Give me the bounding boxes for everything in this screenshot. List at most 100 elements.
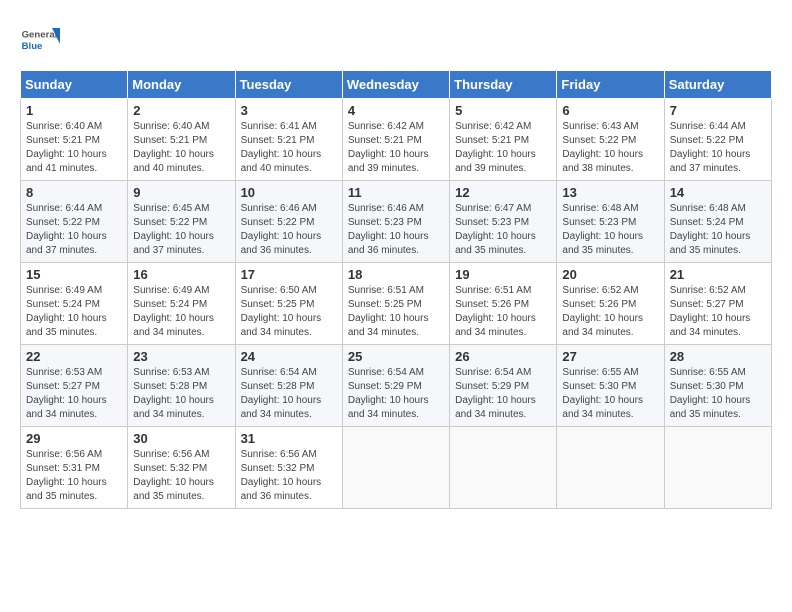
day-info: Sunrise: 6:56 AMSunset: 5:32 PMDaylight:… [133, 448, 229, 504]
day-number: 4 [348, 103, 444, 118]
day-number: 12 [455, 185, 551, 200]
day-info: Sunrise: 6:48 AMSunset: 5:23 PMDaylight:… [562, 202, 658, 258]
day-info: Sunrise: 6:42 AMSunset: 5:21 PMDaylight:… [348, 120, 444, 176]
calendar-cell: 8 Sunrise: 6:44 AMSunset: 5:22 PMDayligh… [21, 181, 128, 263]
calendar-cell [342, 427, 449, 509]
day-info: Sunrise: 6:44 AMSunset: 5:22 PMDaylight:… [26, 202, 122, 258]
day-info: Sunrise: 6:46 AMSunset: 5:23 PMDaylight:… [348, 202, 444, 258]
calendar-cell: 27 Sunrise: 6:55 AMSunset: 5:30 PMDaylig… [557, 345, 664, 427]
calendar-cell [664, 427, 771, 509]
day-number: 25 [348, 349, 444, 364]
calendar-cell [450, 427, 557, 509]
day-info: Sunrise: 6:42 AMSunset: 5:21 PMDaylight:… [455, 120, 551, 176]
day-number: 30 [133, 431, 229, 446]
day-number: 16 [133, 267, 229, 282]
page-container: General Blue SundayMondayTuesdayWednesda… [20, 20, 772, 509]
day-info: Sunrise: 6:47 AMSunset: 5:23 PMDaylight:… [455, 202, 551, 258]
weekday-header-friday: Friday [557, 71, 664, 99]
calendar-cell: 15 Sunrise: 6:49 AMSunset: 5:24 PMDaylig… [21, 263, 128, 345]
calendar-cell: 4 Sunrise: 6:42 AMSunset: 5:21 PMDayligh… [342, 99, 449, 181]
day-number: 11 [348, 185, 444, 200]
day-number: 10 [241, 185, 337, 200]
calendar-week-5: 29 Sunrise: 6:56 AMSunset: 5:31 PMDaylig… [21, 427, 772, 509]
svg-text:General: General [22, 30, 58, 41]
calendar-cell: 7 Sunrise: 6:44 AMSunset: 5:22 PMDayligh… [664, 99, 771, 181]
day-number: 24 [241, 349, 337, 364]
day-info: Sunrise: 6:46 AMSunset: 5:22 PMDaylight:… [241, 202, 337, 258]
day-info: Sunrise: 6:54 AMSunset: 5:29 PMDaylight:… [348, 366, 444, 422]
day-info: Sunrise: 6:53 AMSunset: 5:27 PMDaylight:… [26, 366, 122, 422]
calendar-cell: 2 Sunrise: 6:40 AMSunset: 5:21 PMDayligh… [128, 99, 235, 181]
day-info: Sunrise: 6:49 AMSunset: 5:24 PMDaylight:… [26, 284, 122, 340]
calendar-week-3: 15 Sunrise: 6:49 AMSunset: 5:24 PMDaylig… [21, 263, 772, 345]
day-number: 15 [26, 267, 122, 282]
calendar-cell: 29 Sunrise: 6:56 AMSunset: 5:31 PMDaylig… [21, 427, 128, 509]
calendar-cell: 12 Sunrise: 6:47 AMSunset: 5:23 PMDaylig… [450, 181, 557, 263]
day-number: 6 [562, 103, 658, 118]
day-number: 7 [670, 103, 766, 118]
weekday-header-tuesday: Tuesday [235, 71, 342, 99]
day-number: 5 [455, 103, 551, 118]
svg-text:Blue: Blue [22, 41, 43, 52]
day-info: Sunrise: 6:52 AMSunset: 5:26 PMDaylight:… [562, 284, 658, 340]
header: General Blue [20, 20, 772, 60]
day-info: Sunrise: 6:51 AMSunset: 5:25 PMDaylight:… [348, 284, 444, 340]
calendar-cell: 16 Sunrise: 6:49 AMSunset: 5:24 PMDaylig… [128, 263, 235, 345]
calendar-cell: 18 Sunrise: 6:51 AMSunset: 5:25 PMDaylig… [342, 263, 449, 345]
calendar-week-2: 8 Sunrise: 6:44 AMSunset: 5:22 PMDayligh… [21, 181, 772, 263]
day-number: 23 [133, 349, 229, 364]
day-number: 1 [26, 103, 122, 118]
calendar-cell: 11 Sunrise: 6:46 AMSunset: 5:23 PMDaylig… [342, 181, 449, 263]
day-info: Sunrise: 6:56 AMSunset: 5:32 PMDaylight:… [241, 448, 337, 504]
calendar-table: SundayMondayTuesdayWednesdayThursdayFrid… [20, 70, 772, 509]
calendar-cell: 30 Sunrise: 6:56 AMSunset: 5:32 PMDaylig… [128, 427, 235, 509]
day-number: 27 [562, 349, 658, 364]
calendar-cell: 10 Sunrise: 6:46 AMSunset: 5:22 PMDaylig… [235, 181, 342, 263]
day-info: Sunrise: 6:54 AMSunset: 5:28 PMDaylight:… [241, 366, 337, 422]
day-info: Sunrise: 6:55 AMSunset: 5:30 PMDaylight:… [670, 366, 766, 422]
calendar-cell: 24 Sunrise: 6:54 AMSunset: 5:28 PMDaylig… [235, 345, 342, 427]
day-info: Sunrise: 6:41 AMSunset: 5:21 PMDaylight:… [241, 120, 337, 176]
day-number: 20 [562, 267, 658, 282]
calendar-cell: 13 Sunrise: 6:48 AMSunset: 5:23 PMDaylig… [557, 181, 664, 263]
calendar-cell: 22 Sunrise: 6:53 AMSunset: 5:27 PMDaylig… [21, 345, 128, 427]
day-number: 26 [455, 349, 551, 364]
day-info: Sunrise: 6:53 AMSunset: 5:28 PMDaylight:… [133, 366, 229, 422]
day-info: Sunrise: 6:50 AMSunset: 5:25 PMDaylight:… [241, 284, 337, 340]
calendar-cell: 28 Sunrise: 6:55 AMSunset: 5:30 PMDaylig… [664, 345, 771, 427]
calendar-cell: 5 Sunrise: 6:42 AMSunset: 5:21 PMDayligh… [450, 99, 557, 181]
calendar-cell: 31 Sunrise: 6:56 AMSunset: 5:32 PMDaylig… [235, 427, 342, 509]
day-info: Sunrise: 6:56 AMSunset: 5:31 PMDaylight:… [26, 448, 122, 504]
day-number: 14 [670, 185, 766, 200]
calendar-week-1: 1 Sunrise: 6:40 AMSunset: 5:21 PMDayligh… [21, 99, 772, 181]
calendar-cell: 20 Sunrise: 6:52 AMSunset: 5:26 PMDaylig… [557, 263, 664, 345]
weekday-header-wednesday: Wednesday [342, 71, 449, 99]
calendar-cell: 23 Sunrise: 6:53 AMSunset: 5:28 PMDaylig… [128, 345, 235, 427]
logo: General Blue [20, 20, 64, 60]
day-number: 22 [26, 349, 122, 364]
weekday-header-saturday: Saturday [664, 71, 771, 99]
day-info: Sunrise: 6:55 AMSunset: 5:30 PMDaylight:… [562, 366, 658, 422]
day-info: Sunrise: 6:40 AMSunset: 5:21 PMDaylight:… [26, 120, 122, 176]
calendar-cell: 19 Sunrise: 6:51 AMSunset: 5:26 PMDaylig… [450, 263, 557, 345]
day-number: 3 [241, 103, 337, 118]
calendar-cell: 17 Sunrise: 6:50 AMSunset: 5:25 PMDaylig… [235, 263, 342, 345]
day-info: Sunrise: 6:54 AMSunset: 5:29 PMDaylight:… [455, 366, 551, 422]
day-info: Sunrise: 6:48 AMSunset: 5:24 PMDaylight:… [670, 202, 766, 258]
calendar-cell: 6 Sunrise: 6:43 AMSunset: 5:22 PMDayligh… [557, 99, 664, 181]
day-number: 21 [670, 267, 766, 282]
calendar-cell [557, 427, 664, 509]
weekday-header-sunday: Sunday [21, 71, 128, 99]
day-number: 31 [241, 431, 337, 446]
day-number: 19 [455, 267, 551, 282]
day-number: 29 [26, 431, 122, 446]
day-number: 8 [26, 185, 122, 200]
day-number: 9 [133, 185, 229, 200]
day-info: Sunrise: 6:52 AMSunset: 5:27 PMDaylight:… [670, 284, 766, 340]
day-info: Sunrise: 6:45 AMSunset: 5:22 PMDaylight:… [133, 202, 229, 258]
day-number: 13 [562, 185, 658, 200]
day-info: Sunrise: 6:51 AMSunset: 5:26 PMDaylight:… [455, 284, 551, 340]
weekday-header-thursday: Thursday [450, 71, 557, 99]
day-info: Sunrise: 6:44 AMSunset: 5:22 PMDaylight:… [670, 120, 766, 176]
day-info: Sunrise: 6:49 AMSunset: 5:24 PMDaylight:… [133, 284, 229, 340]
